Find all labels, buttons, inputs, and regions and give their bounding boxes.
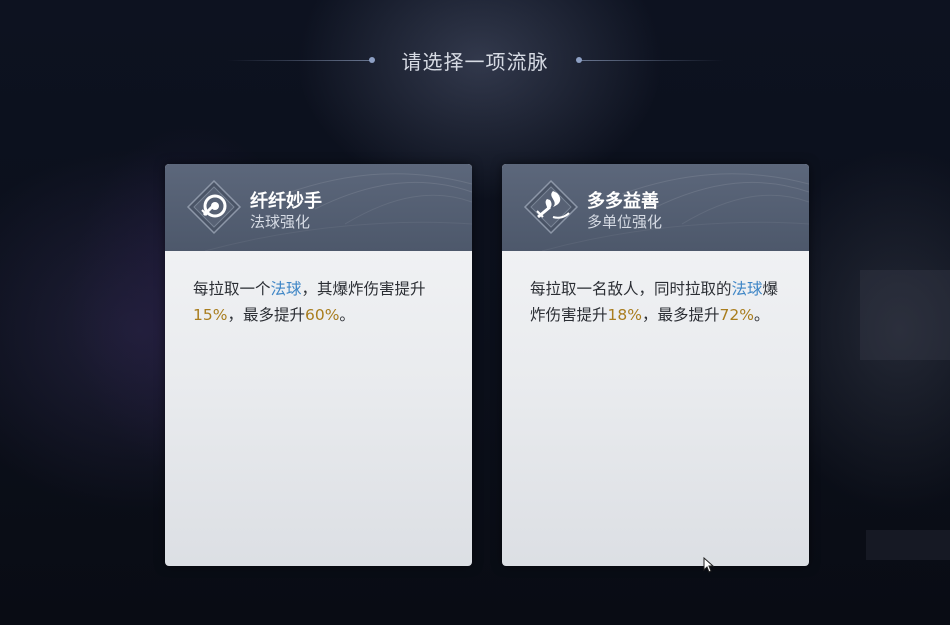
desc-text: 。: [753, 305, 770, 324]
header-dot-right: [575, 56, 582, 63]
desc-keyword: 法球: [731, 280, 763, 298]
background-side-panel-lower: [866, 530, 950, 560]
orb-emblem-icon: [186, 179, 242, 235]
header-divider-right: [575, 56, 724, 63]
card-header: 纤纤妙手 法球强化: [165, 164, 472, 251]
desc-text: 每拉取一名敌人，同时拉取的: [530, 280, 732, 298]
choice-card-1[interactable]: 纤纤妙手 法球强化 每拉取一个法球，其爆炸伤害提升 15%，最多提升60%。: [165, 164, 472, 566]
desc-text: ，其爆炸伤害提升: [301, 280, 426, 298]
desc-text: ，最多提升: [641, 305, 720, 324]
card-title: 多多益善: [587, 191, 659, 212]
desc-text: 每拉取一个: [193, 280, 271, 298]
desc-number: 18%: [607, 305, 642, 324]
card-subtitle: 法球强化: [250, 213, 311, 231]
header-dot-left: [368, 56, 375, 63]
header-divider-left: [226, 56, 375, 63]
card-title: 纤纤妙手: [250, 191, 322, 212]
page-title: 请选择一项流脉: [401, 49, 549, 74]
background-side-panel: [860, 270, 950, 360]
card-description: 每拉取一个法球，其爆炸伤害提升 15%，最多提升60%。: [165, 251, 472, 328]
desc-keyword: 法球: [270, 280, 302, 298]
desc-number: 15%: [193, 305, 228, 324]
card-description: 每拉取一名敌人，同时拉取的法球爆炸伤害提升18%，最多提升72%。: [502, 251, 809, 328]
desc-number: 72%: [719, 305, 754, 324]
desc-text: 。: [339, 305, 355, 324]
multi-unit-emblem-icon: [523, 179, 579, 235]
choice-card-2[interactable]: 多多益善 多单位强化 每拉取一名敌人，同时拉取的法球爆炸伤害提升18%，最多提升…: [502, 164, 809, 566]
card-header: 多多益善 多单位强化: [502, 164, 809, 251]
selection-header: 请选择一项流脉: [0, 38, 950, 82]
card-subtitle: 多单位强化: [587, 213, 663, 231]
desc-text: ，最多提升: [227, 305, 305, 324]
desc-number: 60%: [304, 305, 340, 324]
mouse-cursor-icon: [703, 557, 715, 573]
